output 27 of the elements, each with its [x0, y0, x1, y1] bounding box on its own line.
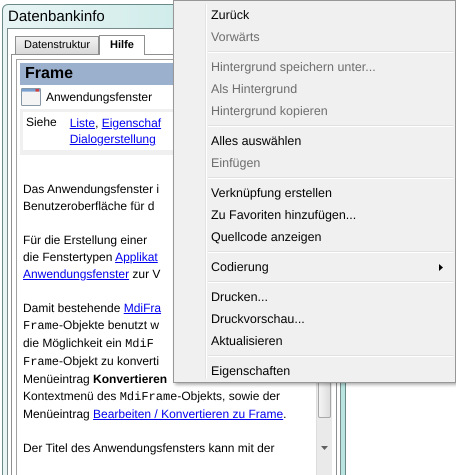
- tab[interactable]: Hilfe: [99, 35, 145, 55]
- text-line: die Möglichkeit ein MdiF: [23, 335, 154, 353]
- link[interactable]: Dialogerstellung: [70, 132, 156, 146]
- text-line: Benutzeroberfläche für d: [23, 198, 154, 215]
- text-line: Menüeintrag Konvertieren: [23, 371, 168, 388]
- link[interactable]: Liste: [70, 116, 96, 130]
- link[interactable]: Eigenschaf: [102, 116, 162, 130]
- link[interactable]: Bearbeiten / Konvertieren zu Frame: [93, 407, 284, 421]
- text-line: Menüeintrag Bearbeiten / Konvertieren zu Frame.: [23, 406, 286, 423]
- text-line: Frame-Objekte benutzt w: [23, 317, 160, 335]
- text-line: Der Titel des Anwendungsfensters kann mit der: [23, 440, 274, 457]
- scroll-down-arrow-icon[interactable]: [321, 446, 328, 451]
- link[interactable]: MdiFra: [124, 301, 162, 315]
- window-title: Datenbankinfo: [7, 7, 105, 27]
- text-line: Das Anwendungsfenster i: [23, 181, 160, 198]
- text-line: die Fenstertypen Applikat: [23, 249, 158, 266]
- type-label: Anwendungsfenster: [46, 90, 152, 104]
- text-line: Anwendungsfenster zur V: [23, 266, 160, 283]
- link[interactable]: Applikat: [115, 250, 158, 264]
- text-line: Frame-Objekt zu konverti: [23, 353, 160, 371]
- text-line: Für die Erstellung einer: [23, 232, 148, 249]
- window-icon: [21, 88, 41, 106]
- tab[interactable]: Datenstruktur: [15, 36, 100, 54]
- see-label: Siehe: [23, 112, 67, 150]
- text-line: Damit bestehende MdiFra: [23, 300, 162, 317]
- link[interactable]: Anwendungsfenster: [23, 267, 130, 281]
- text-line: Kontextmenü des MdiFrame-Objekts, sowie der: [23, 388, 280, 406]
